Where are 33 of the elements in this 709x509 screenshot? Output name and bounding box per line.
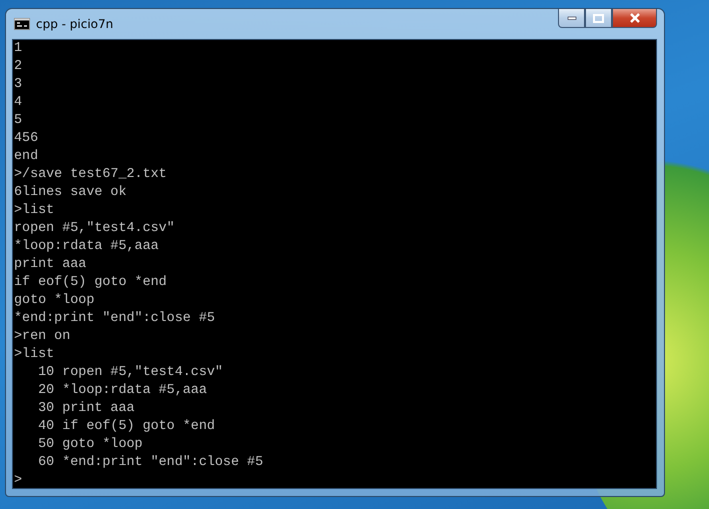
console-line: if eof(5) goto *end [14, 274, 168, 292]
console-line: print aaa [14, 256, 88, 274]
console-line: 50 goto *loop [37, 436, 144, 454]
console-line: 1 [14, 40, 24, 58]
console-line: >list [14, 346, 56, 364]
console-line: >ren on [14, 328, 72, 346]
console-line: 2 [14, 58, 24, 76]
console-line: ropen #5,"test4.csv" [14, 220, 176, 238]
maximize-icon [593, 14, 604, 22]
maximize-button[interactable] [585, 9, 612, 28]
console-line: 40 if eof(5) goto *end [37, 418, 216, 436]
console-line: 60 *end:print "end":close #5 [37, 454, 264, 472]
minimize-icon [566, 16, 576, 20]
console-line: 6lines save ok [14, 184, 128, 202]
console-line: *loop:rdata #5,aaa [14, 238, 160, 256]
close-button[interactable] [612, 9, 657, 28]
minimize-button[interactable] [558, 9, 585, 28]
console-line: >/save test67_2.txt [14, 166, 168, 184]
console-line: *end:print "end":close #5 [14, 310, 216, 328]
console-line: 20 *loop:rdata #5,aaa [37, 382, 208, 400]
console-line: >list [14, 202, 56, 220]
console-line: 4 [14, 94, 24, 112]
console-line: goto *loop [14, 292, 96, 310]
close-icon [628, 13, 640, 23]
console-line: 30 print aaa [37, 400, 136, 418]
console-line: end [14, 148, 40, 166]
console-line: 456 [14, 130, 40, 148]
console-line: 10 ropen #5,"test4.csv" [37, 364, 224, 382]
console-icon [14, 18, 30, 30]
window-title: cpp - picio7n [36, 17, 114, 31]
console-line: 5 [14, 112, 24, 130]
console-line: > [14, 472, 24, 488]
console-line: 3 [14, 76, 24, 94]
